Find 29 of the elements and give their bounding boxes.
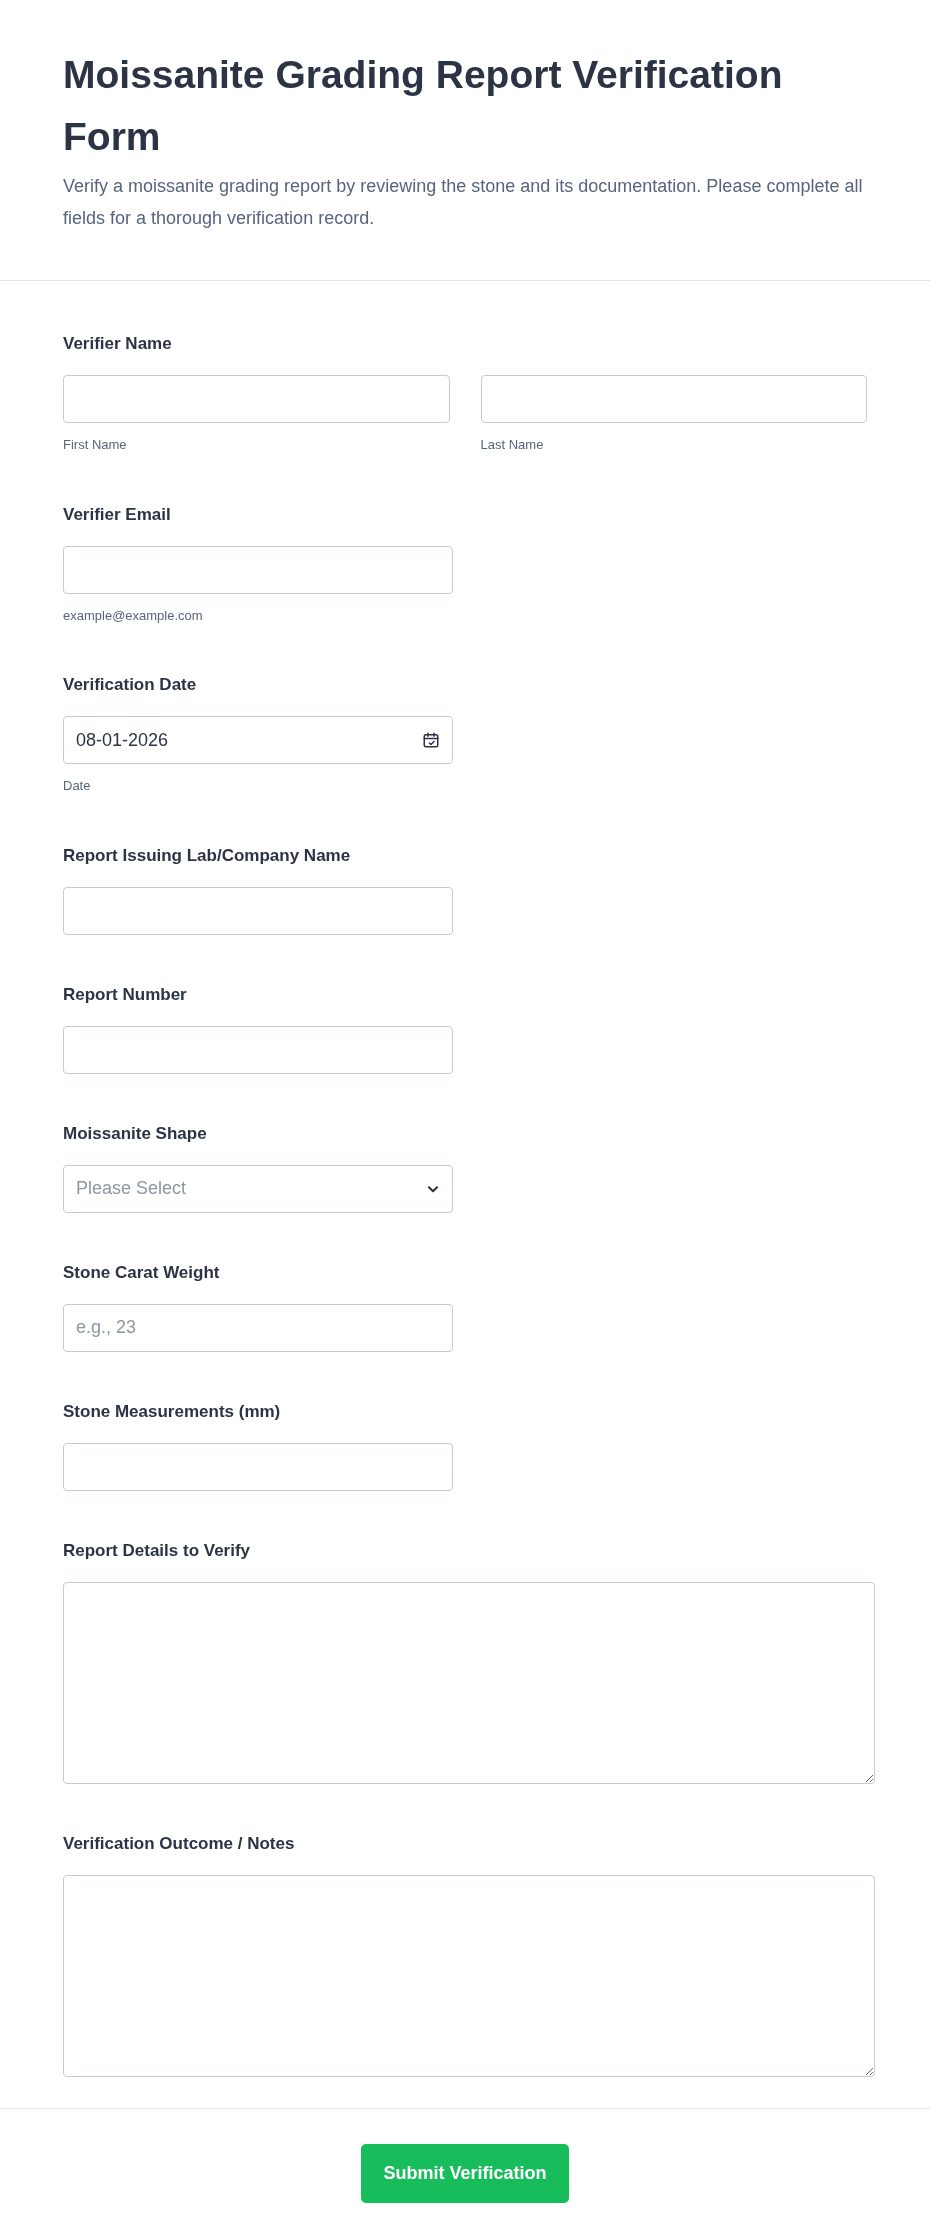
text-input-field[interactable] <box>63 886 453 935</box>
field-hint: Last Name <box>480 436 545 454</box>
field-label: Verifier Email <box>63 503 172 526</box>
field-hint: Date <box>63 777 92 795</box>
field-label: Verification Outcome / Notes <box>63 1832 296 1855</box>
text-input-field[interactable] <box>63 1442 453 1491</box>
name-input-field[interactable] <box>480 375 867 423</box>
field-label: Verifier Name <box>63 333 173 355</box>
date-input-field[interactable]: 08-01-2026 <box>63 716 453 764</box>
field-label: Stone Measurements (mm) <box>63 1400 282 1423</box>
field-label: Report Number <box>63 983 188 1006</box>
field-label: Verification Date <box>63 674 198 696</box>
field-label: Report Details to Verify <box>63 1539 252 1562</box>
text-input-field[interactable]: e.g., 23 <box>63 1303 453 1352</box>
submit-button[interactable]: Submit Verification <box>361 2143 569 2203</box>
field-label: Moissanite Shape <box>63 1122 208 1145</box>
field-hint: example@example.com <box>63 606 204 625</box>
textarea-field[interactable] <box>63 1874 875 2077</box>
name-input-field[interactable] <box>63 375 450 423</box>
text-input-field[interactable] <box>63 1025 453 1074</box>
text-input-field[interactable] <box>63 545 453 594</box>
form-title: Moissanite Grading Report Verification Form <box>63 52 784 160</box>
calendar-icon[interactable] <box>422 731 440 749</box>
field-label: Stone Carat Weight <box>63 1261 221 1284</box>
textarea-field[interactable] <box>63 1581 875 1784</box>
form-description: Verify a moissanite grading report by reviewing the stone and its documentation. Please complete all fields for a thorough verification record. <box>63 175 864 230</box>
select-dropdown[interactable]: Please Select <box>63 1164 453 1213</box>
field-hint: First Name <box>63 436 128 454</box>
field-label: Report Issuing Lab/Company Name <box>63 844 352 867</box>
